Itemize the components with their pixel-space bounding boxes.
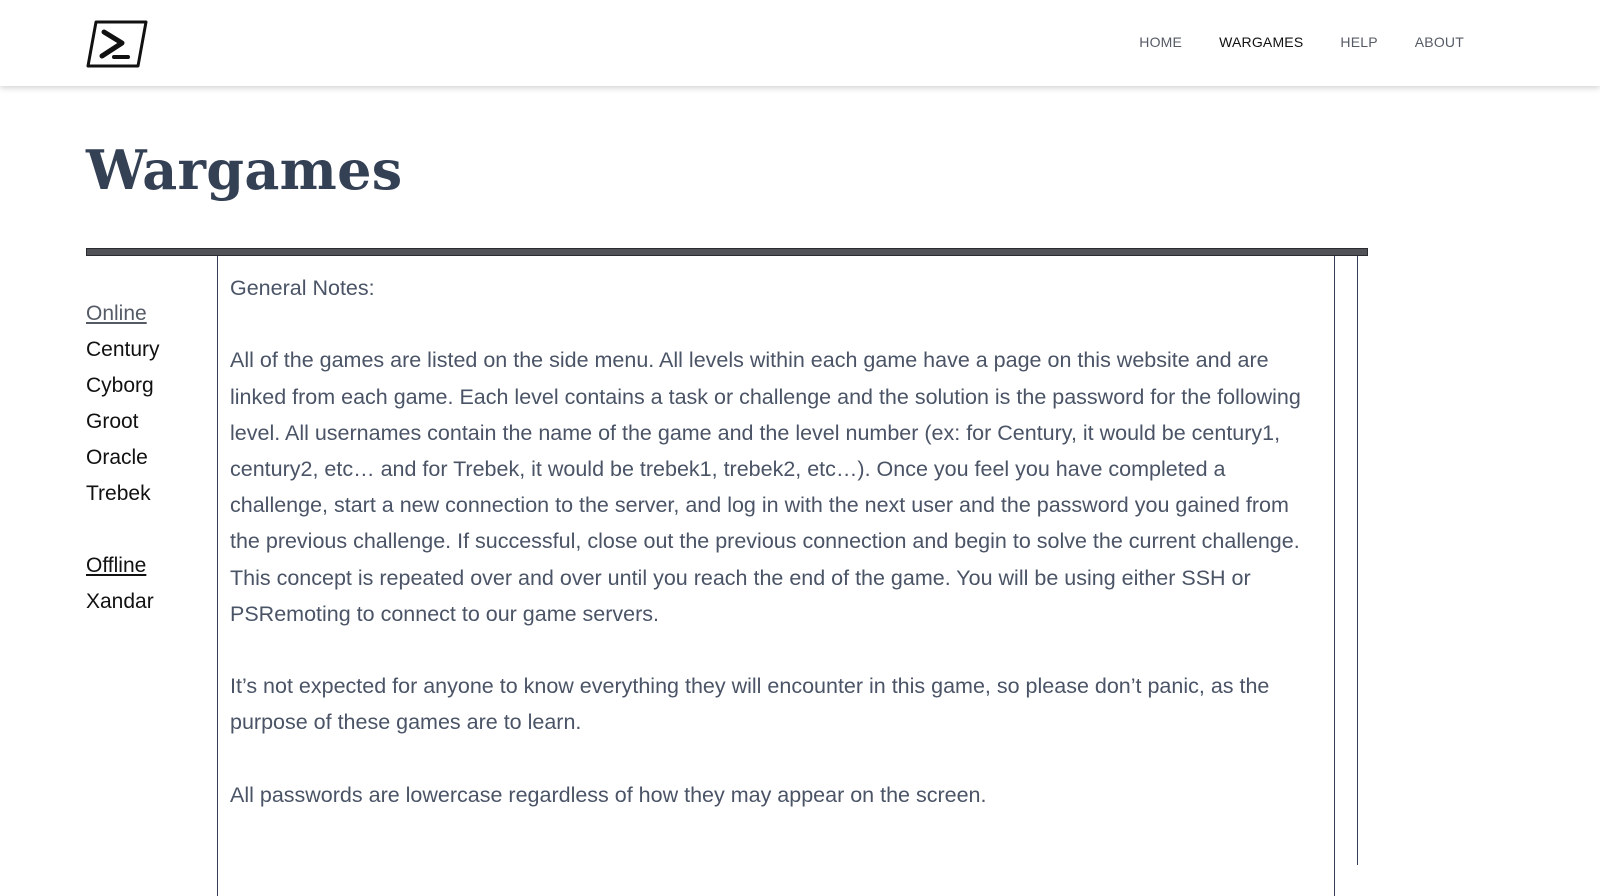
site-header: HOME WARGAMES HELP ABOUT [0, 0, 1600, 86]
nav-wargames[interactable]: WARGAMES [1219, 34, 1303, 50]
notes-paragraph: All of the games are listed on the side … [230, 348, 1301, 626]
sidebar-item-trebek[interactable]: Trebek [86, 476, 206, 512]
offline-games-group: Offline Xandar [86, 548, 206, 620]
sidebar-item-groot[interactable]: Groot [86, 404, 206, 440]
notes-heading: General Notes: [230, 276, 375, 300]
notes-paragraph: All passwords are lowercase regardless o… [230, 782, 987, 807]
nav-home[interactable]: HOME [1139, 34, 1182, 50]
nav-about[interactable]: ABOUT [1415, 34, 1464, 50]
sidebar-item-oracle[interactable]: Oracle [86, 440, 206, 476]
main-nav: HOME WARGAMES HELP ABOUT [1102, 34, 1464, 50]
notes-paragraph: It’s not expected for anyone to know eve… [230, 674, 1270, 735]
sidebar-item-xandar[interactable]: Xandar [86, 584, 206, 620]
sidebar-item-century[interactable]: Century [86, 332, 206, 368]
page-title: Wargames [86, 138, 403, 202]
general-notes-panel: General Notes: All of the games are list… [217, 256, 1335, 896]
games-sidebar: Online Century Cyborg Groot Oracle Trebe… [86, 296, 206, 656]
powershell-logo-icon[interactable] [86, 20, 148, 68]
sidebar-item-cyborg[interactable]: Cyborg [86, 368, 206, 404]
side-frame [1334, 256, 1358, 865]
content-divider [86, 248, 1368, 256]
online-games-group: Online Century Cyborg Groot Oracle Trebe… [86, 296, 206, 512]
sidebar-heading-offline[interactable]: Offline [86, 548, 206, 584]
nav-help[interactable]: HELP [1340, 34, 1377, 50]
sidebar-heading-online[interactable]: Online [86, 296, 206, 332]
